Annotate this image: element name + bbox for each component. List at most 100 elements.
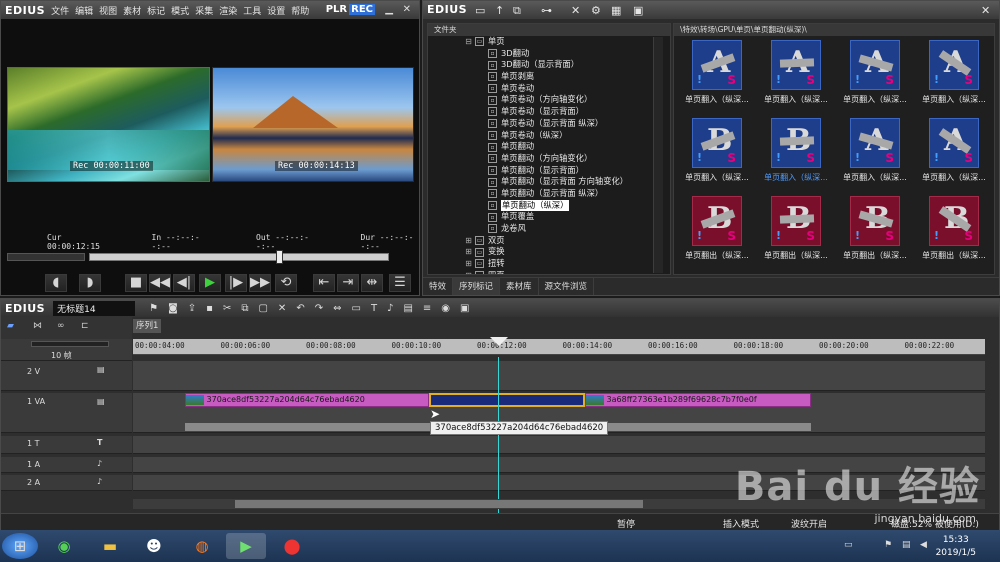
zoom-label[interactable]: 10 帧 xyxy=(51,350,72,361)
insert-to-timeline-button[interactable]: ⇤ xyxy=(313,274,335,292)
menu-item-7[interactable]: 渲染 xyxy=(219,7,237,17)
tree-node[interactable]: ▫ 单页卷动（显示背面 纵深） xyxy=(488,118,670,130)
start-button[interactable]: ⊞ xyxy=(2,533,38,559)
plr-rec-toggle[interactable]: PLR REC xyxy=(326,4,375,15)
firefox-icon[interactable]: ◍ xyxy=(182,533,222,559)
edius-taskbar-icon[interactable]: ▶ xyxy=(226,533,266,559)
tree-node[interactable]: ▫ 单页卷动（方向轴变化） xyxy=(488,94,670,106)
clock[interactable]: 15:33 2019/1/5 xyxy=(936,534,976,560)
tree-node[interactable]: ⊟ ▭ 单页 xyxy=(464,36,670,48)
tree-node[interactable]: ⊞▭四页 xyxy=(464,270,670,274)
paste-icon[interactable]: ▢ xyxy=(258,303,267,314)
track-mode-icon[interactable]: ▰ xyxy=(7,321,14,331)
tree-node[interactable]: ▫ 3D翻动 xyxy=(488,48,670,60)
effect-tile[interactable]: B!S 单页翻入（纵深... xyxy=(757,116,835,194)
player-menu-button[interactable]: ☰ xyxy=(389,274,411,292)
track-header-1va[interactable]: 1 VA ▤ xyxy=(1,393,132,433)
video-clip-1[interactable]: 370ace8df53227a204d64c76ebad4620 xyxy=(185,393,429,407)
settings-icon[interactable]: ⚙ xyxy=(591,4,601,17)
close-icon[interactable]: ✕ xyxy=(981,4,990,17)
track-header-1a[interactable]: 1 A ♪ xyxy=(1,457,132,473)
zoom-slider[interactable] xyxy=(31,341,109,347)
menu-item-9[interactable]: 设置 xyxy=(267,7,285,17)
track-header-2v[interactable]: 2 V ▤ xyxy=(1,361,132,391)
track-1t[interactable] xyxy=(133,436,985,454)
tree-node[interactable]: ⊞ ▭ 扭转 xyxy=(464,258,670,270)
tree-node[interactable]: ▫ 单页翻动（方向轴变化） xyxy=(488,153,670,165)
tree-node[interactable]: ▫ 龙卷风 xyxy=(488,223,670,235)
effect-tile[interactable]: B!S 单页翻入（纵深... xyxy=(678,116,756,194)
effect-tile[interactable]: A!S 单页翻入（纵深... xyxy=(836,116,914,194)
sync-icon[interactable]: ∞ xyxy=(57,321,65,331)
playhead-marker[interactable] xyxy=(490,337,508,346)
effect-tile[interactable]: B!S 单页翻出（纵深... xyxy=(915,194,993,272)
tab-0[interactable]: 特效 xyxy=(423,278,454,295)
recorder-icon[interactable]: ⬤ xyxy=(272,533,312,559)
tree-node[interactable]: ▫ 单页翻动（显示背面 纵深） xyxy=(488,188,670,200)
tray-icon-2[interactable]: ⚑ xyxy=(884,540,892,550)
tree-node[interactable]: ▫ 单页卷动（显示背面） xyxy=(488,106,670,118)
tree-node[interactable]: ⊞ ▭ 变换 xyxy=(464,246,670,258)
set-out-button[interactable]: ◗ xyxy=(79,274,101,292)
clip-thumbnail-1[interactable]: Rec 00:00:11:00 xyxy=(7,67,210,182)
position-scrubber[interactable] xyxy=(89,253,389,261)
timeline-scroll-thumb[interactable] xyxy=(235,500,643,508)
tree-scrollbar[interactable] xyxy=(653,37,663,273)
tree-node[interactable]: ▫ 单页翻动（显示背面 方向轴变化） xyxy=(488,176,670,188)
shuttle-bar[interactable] xyxy=(7,253,85,261)
new-folder-icon[interactable]: ⧉ xyxy=(513,4,521,18)
tab-1[interactable]: 序列标记 xyxy=(453,278,501,295)
video-clip-2[interactable]: 3a68ff27363e1b289f69628c7b7f0e0f xyxy=(585,393,811,407)
loop-button[interactable]: ⟲ xyxy=(275,274,297,292)
tree-node[interactable]: ⊞ ▭ 双页 xyxy=(464,235,670,247)
app-icon-1[interactable]: ◉ xyxy=(44,533,84,559)
mixer-icon[interactable]: ≡ xyxy=(423,303,431,314)
title-icon[interactable]: T xyxy=(371,303,377,314)
effect-tile[interactable]: A!S 单页翻入（纵深... xyxy=(836,38,914,116)
clip-thumbnail-2[interactable]: Rec 00:00:14:13 xyxy=(212,67,414,182)
set-in-button[interactable]: ◖ xyxy=(45,274,67,292)
camera-icon[interactable]: ◙ xyxy=(168,303,178,314)
sequence-tab[interactable]: 序列1 xyxy=(133,319,161,333)
tab-2[interactable]: 素材库 xyxy=(500,278,539,295)
play-button[interactable]: ▶ xyxy=(199,274,221,292)
effect-tile[interactable]: A!S 单页翻入（纵深... xyxy=(915,38,993,116)
tree-node[interactable]: ▫ 单页翻动 xyxy=(488,141,670,153)
effect-tile[interactable]: A!S 单页翻入（纵深... xyxy=(757,38,835,116)
undo-icon[interactable]: ↶ xyxy=(296,303,304,314)
minimize-icon[interactable]: ▁ xyxy=(385,4,393,15)
trim-button[interactable]: ⇹ xyxy=(361,274,383,292)
open-icon[interactable]: ⇪ xyxy=(188,303,196,314)
track-2v[interactable] xyxy=(133,361,985,391)
tree-node[interactable]: ▫ 3D翻动（显示背面） xyxy=(488,59,670,71)
copy-icon[interactable]: ⧉ xyxy=(241,303,248,314)
snap-icon[interactable]: ⊏ xyxy=(81,321,89,331)
track-header-2a[interactable]: 2 A ♪ xyxy=(1,475,132,491)
tree-node[interactable]: ▫ 单页卷动（纵深） xyxy=(488,130,670,142)
network-icon[interactable]: ▤ xyxy=(902,540,911,550)
status-insert[interactable]: 插入模式 xyxy=(723,517,759,530)
view-grid-icon[interactable]: ▦ xyxy=(611,4,621,17)
split-icon[interactable]: ⇔ xyxy=(333,303,341,314)
menu-item-3[interactable]: 素材 xyxy=(123,7,141,17)
delete-clip-icon[interactable]: ✕ xyxy=(278,303,286,314)
transition-block[interactable] xyxy=(429,393,585,407)
menu-item-0[interactable]: 文件 xyxy=(51,7,69,17)
trim-icon[interactable]: ▭ xyxy=(351,303,360,314)
redo-icon[interactable]: ↷ xyxy=(315,303,323,314)
effect-tile[interactable]: A!S 单页翻入（纵深... xyxy=(915,116,993,194)
menu-item-10[interactable]: 帮助 xyxy=(291,7,309,17)
link-icon[interactable]: ⋈ xyxy=(33,321,42,331)
mode-icon[interactable]: ⚑ xyxy=(149,303,158,314)
tab-3[interactable]: 源文件浏览 xyxy=(539,278,595,295)
effect-tile[interactable]: B!S 单页翻出（纵深... xyxy=(836,194,914,272)
stop-button[interactable]: ■ xyxy=(125,274,147,292)
menu-item-1[interactable]: 编辑 xyxy=(75,7,93,17)
tree-node[interactable]: ▫ 单页翻动（纵深） xyxy=(488,199,670,212)
tree-node[interactable]: ▫ 单页剥离 xyxy=(488,71,670,83)
scrubber-handle[interactable] xyxy=(276,250,283,264)
tray-icon-1[interactable]: ▭ xyxy=(844,540,853,550)
tree-node[interactable]: ▫ 单页覆盖 xyxy=(488,211,670,223)
fast-forward-button[interactable]: ▶▶ xyxy=(249,274,271,292)
menu-item-5[interactable]: 模式 xyxy=(171,7,189,17)
